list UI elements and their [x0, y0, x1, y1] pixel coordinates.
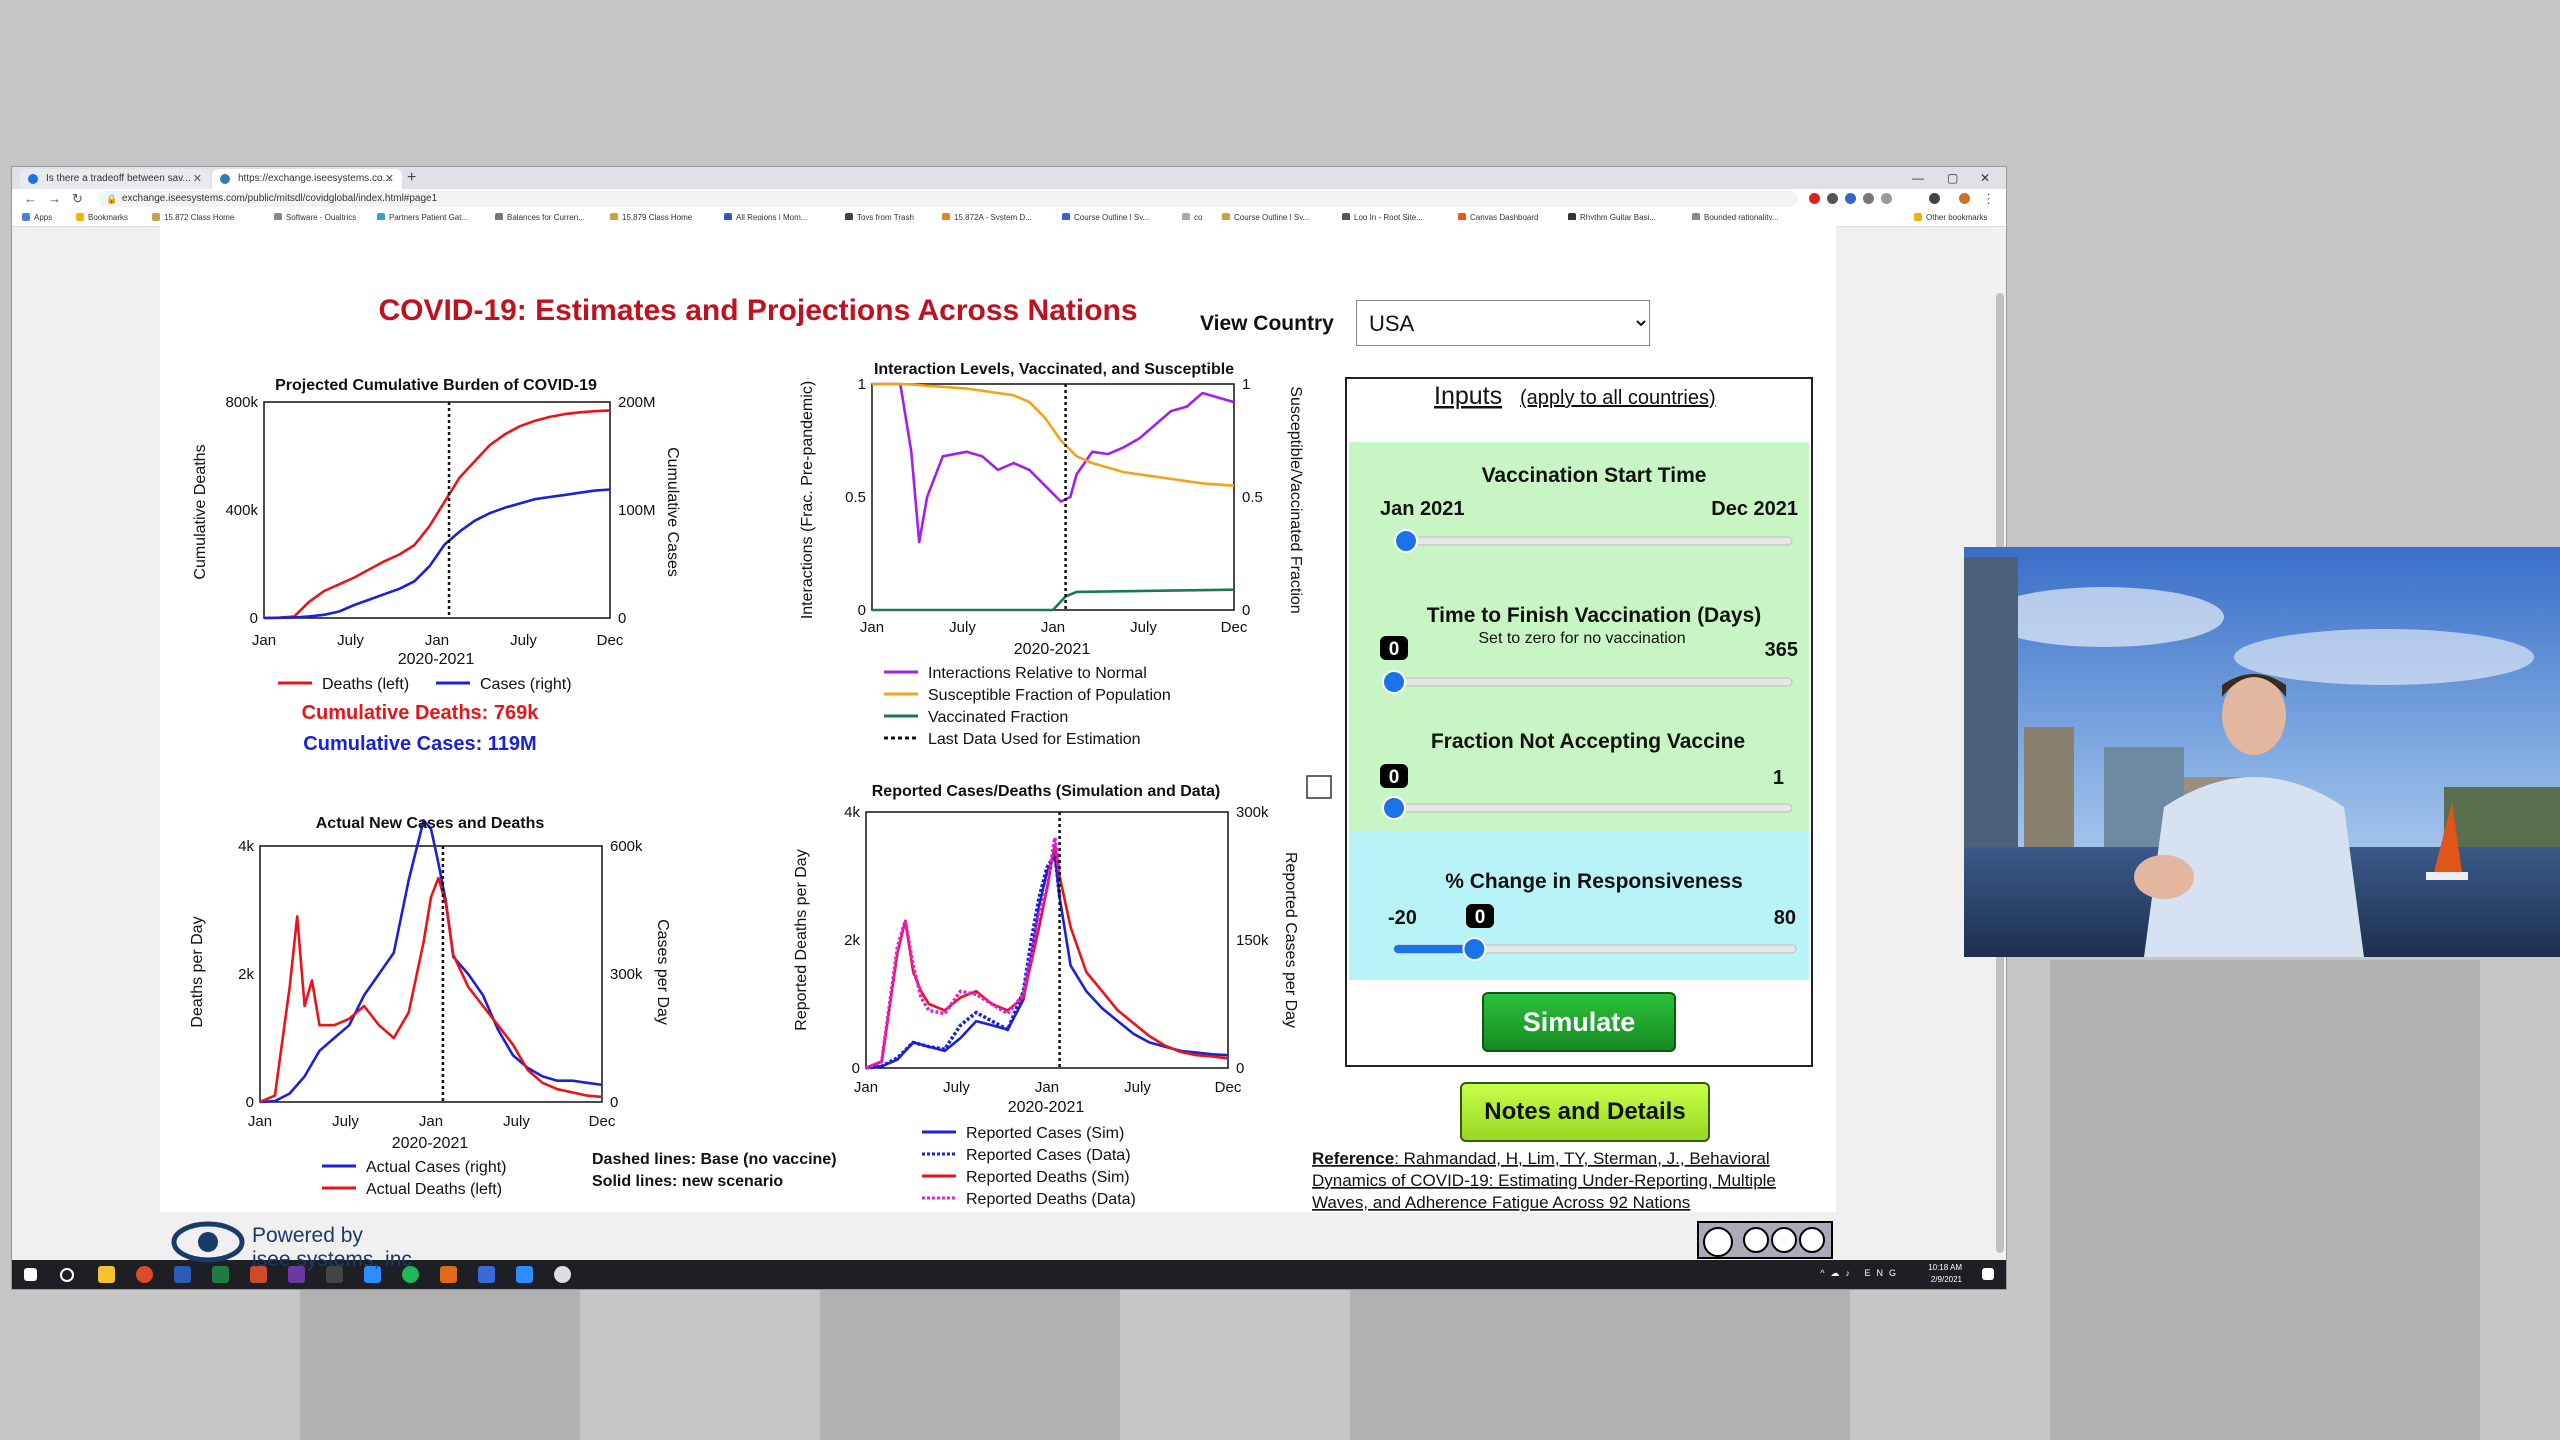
app-icon[interactable]: [440, 1266, 457, 1283]
chrome-icon[interactable]: [136, 1266, 153, 1283]
country-select[interactable]: USA: [1356, 300, 1650, 346]
extension-icon[interactable]: [1863, 193, 1874, 204]
browser-toolbar: ← → ↻ 🔒 exchange.iseesystems.com/public/…: [12, 189, 2006, 209]
close-icon[interactable]: ✕: [385, 169, 394, 189]
extension-icon[interactable]: [1809, 193, 1820, 204]
browser-tab[interactable]: Is there a tradeoff between sav... ✕: [20, 169, 210, 189]
powerpoint-icon[interactable]: [250, 1266, 267, 1283]
taskbar-clock[interactable]: 10:18 AM 2/9/2021: [1928, 1262, 1962, 1286]
puzzle-icon[interactable]: [1929, 193, 1940, 204]
tab-favicon-icon: [28, 174, 38, 184]
maximize-icon[interactable]: ▢: [1947, 169, 1958, 187]
trees: [2444, 787, 2560, 857]
tab-title: Is there a tradeoff between sav...: [46, 173, 191, 184]
reload-icon[interactable]: ↻: [72, 190, 83, 208]
search-icon[interactable]: [60, 1268, 74, 1282]
address-bar[interactable]: 🔒 exchange.iseesystems.com/public/mitsdl…: [98, 191, 1798, 207]
app-icon[interactable]: [554, 1266, 571, 1283]
new-tab-icon[interactable]: +: [407, 169, 416, 187]
webcam-scene: [1964, 547, 2560, 957]
tab-title: https://exchange.iseesystems.co...: [238, 173, 391, 184]
taskbar: ^☁♪ ENG 10:18 AM 2/9/2021: [12, 1260, 2006, 1289]
back-icon[interactable]: ←: [24, 190, 37, 208]
file-explorer-icon[interactable]: [98, 1266, 115, 1283]
tab-strip: Is there a tradeoff between sav... ✕ htt…: [12, 167, 2006, 189]
background-shape: [1350, 1290, 1850, 1440]
extension-icon[interactable]: [1881, 193, 1892, 204]
building: [2024, 727, 2074, 857]
bookmark-item[interactable]: Other bookmarks: [1914, 209, 1987, 226]
lock-icon: 🔒: [106, 194, 118, 204]
menu-icon[interactable]: ⋮: [1982, 190, 1995, 208]
notes-and-details-button[interactable]: Notes and Details: [1460, 1082, 1710, 1142]
simulate-button[interactable]: Simulate: [1482, 992, 1676, 1052]
word-icon[interactable]: [174, 1266, 191, 1283]
system-tray-icons[interactable]: ^☁♪ ENG: [1820, 1268, 1902, 1279]
background-shape: [820, 1290, 1120, 1440]
webcam-video: [1964, 547, 2560, 957]
background-shape: [300, 1290, 580, 1440]
spotify-icon[interactable]: [402, 1266, 419, 1283]
windows-start-icon[interactable]: [24, 1268, 37, 1281]
app-icon[interactable]: [516, 1266, 533, 1283]
bookmark-item[interactable]: Apps: [22, 209, 52, 226]
cloud: [2234, 629, 2534, 685]
presenter-head: [2222, 675, 2286, 755]
notes-button-label: Notes and Details: [1484, 1098, 1686, 1125]
address-url: exchange.iseesystems.com/public/mitsdl/c…: [122, 193, 438, 204]
view-country-label: View Country: [1200, 312, 1334, 335]
presenter-hand: [2134, 855, 2194, 899]
prudential-tower: [1964, 557, 2018, 857]
bookmark-item[interactable]: Bookmarks: [76, 209, 128, 226]
minimize-icon[interactable]: —: [1912, 169, 1924, 187]
extension-icon[interactable]: [1845, 193, 1856, 204]
zoom-icon[interactable]: [364, 1266, 381, 1283]
model-panel: [160, 220, 1836, 1212]
avatar[interactable]: [1959, 193, 1970, 204]
background-shape: [2050, 960, 2480, 1440]
excel-icon[interactable]: [212, 1266, 229, 1283]
close-icon[interactable]: ✕: [193, 169, 202, 189]
forward-icon[interactable]: →: [48, 190, 61, 208]
cloud: [1984, 587, 2224, 647]
onenote-icon[interactable]: [288, 1266, 305, 1283]
sailboat-hull: [2426, 872, 2468, 880]
notification-icon[interactable]: [1982, 1268, 1994, 1280]
close-window-icon[interactable]: ✕: [1980, 169, 1990, 187]
browser-tab-active[interactable]: https://exchange.iseesystems.co... ✕: [212, 169, 402, 189]
simulate-button-label: Simulate: [1522, 1007, 1636, 1037]
app-icon[interactable]: [478, 1266, 495, 1283]
extension-icon[interactable]: [1827, 193, 1838, 204]
tab-favicon-icon: [220, 174, 230, 184]
acrobat-icon[interactable]: [326, 1266, 343, 1283]
